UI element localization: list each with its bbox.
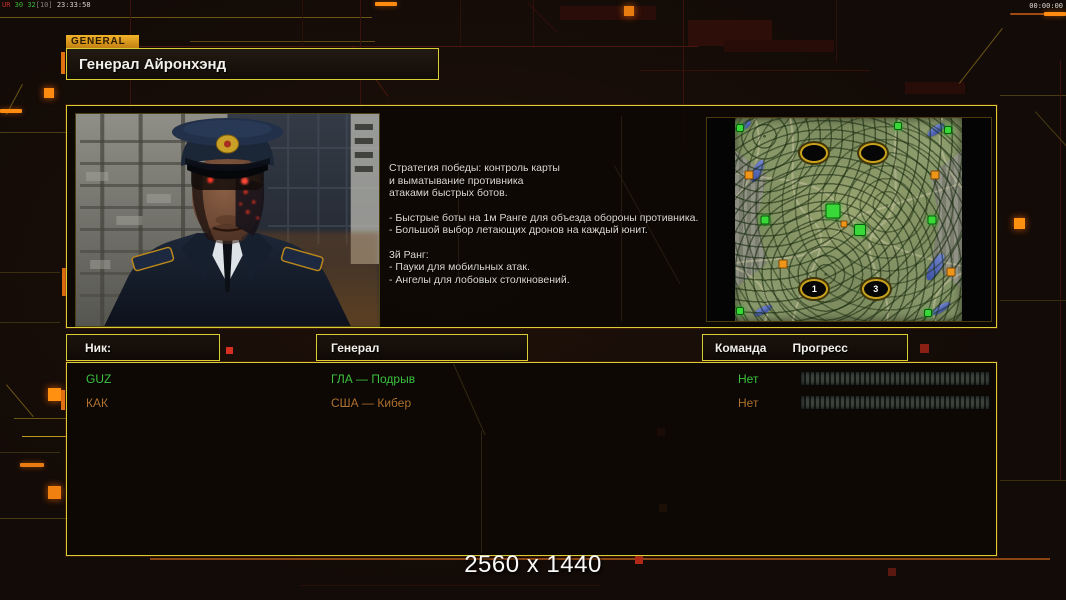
map-green-unit: [894, 122, 903, 131]
decor-line: [0, 452, 60, 453]
decor-line: [460, 0, 461, 46]
progress-header-label: Прогресс: [792, 340, 848, 355]
decor-diagonal: [6, 384, 34, 418]
decor-diagonal: [1035, 111, 1066, 150]
status-segment: 32: [27, 1, 36, 9]
decor-line: [300, 585, 600, 586]
decor-dash: [20, 463, 44, 467]
decor-line: [190, 41, 375, 42]
map-orange-unit: [744, 170, 754, 180]
map-green-unit: [923, 308, 932, 317]
player-nick: GUZ: [86, 372, 112, 386]
status-segment: [10]: [35, 1, 57, 9]
decor-line: [302, 0, 303, 46]
tab-general[interactable]: GENERAL: [66, 35, 139, 49]
player-nick: КАК: [86, 396, 108, 410]
map-green-unit: [735, 124, 744, 133]
general-name-box: Генерал Айронхэнд: [66, 48, 439, 80]
status-segment: UR: [2, 1, 15, 9]
map-green-unit: [927, 215, 937, 224]
map-orange-unit: [840, 220, 848, 228]
map-capture-point: 3: [861, 278, 890, 299]
map-preview: 13: [706, 117, 992, 322]
decor-line: [640, 70, 870, 71]
player-progress-bar: [800, 395, 991, 410]
player-progress-bar: [800, 371, 991, 386]
player-row: GUZ ГЛА — Подрыв Нет: [67, 368, 996, 392]
status-segment: 23:33:58: [56, 1, 91, 9]
map-green-unit: [825, 203, 841, 219]
resolution-label: 2560 x 1440: [464, 551, 602, 578]
match-timer: 00:00:00: [1029, 2, 1063, 10]
decor-square: [44, 88, 54, 98]
player-team: Нет: [738, 396, 759, 410]
strategy-paragraph: Стратегия победы: контроль карты и вымат…: [389, 162, 560, 199]
decor-dash: [0, 109, 22, 113]
decor-line: [22, 436, 68, 437]
strategy-text: Стратегия победы: контроль карты и вымат…: [389, 162, 709, 298]
general-name: Генерал Айронхэнд: [79, 55, 227, 73]
nick-header-box: Ник:: [66, 334, 220, 361]
decor-square: [920, 344, 929, 353]
decor-square: [48, 388, 61, 401]
general-portrait-image: [75, 113, 380, 327]
decor-line: [0, 17, 372, 18]
strategy-paragraph: 3й Ранг: - Пауки для мобильных атак. - А…: [389, 248, 570, 286]
decor-line: [1060, 60, 1061, 480]
decor-line: [0, 322, 60, 323]
team-progress-header-box: Команда Прогресс: [702, 334, 908, 361]
map-green-unit: [853, 223, 866, 236]
decor-line: [481, 431, 482, 553]
map-markers: 13: [735, 118, 962, 321]
status-segment: 30: [14, 1, 28, 9]
decor-tab: [61, 390, 65, 410]
decor-diagonal: [527, 2, 558, 33]
map-capture-point: [800, 142, 829, 163]
decor-block: [560, 6, 656, 20]
player-team: Нет: [738, 372, 759, 386]
decor-line: [14, 418, 66, 419]
decor-tab: [61, 52, 65, 74]
map-orange-unit: [778, 259, 788, 269]
map-capture-point: [859, 142, 888, 163]
map-green-unit: [760, 215, 769, 224]
screen: UR 30 32[10] 23:33:58 00:00:00 GENERAL Г…: [0, 0, 1066, 600]
player-row: КАК США — Кибер Нет: [67, 392, 996, 416]
decor-line: [0, 272, 60, 273]
nick-header-label: Ник:: [85, 340, 112, 355]
strategy-paragraph: - Быстрые боты на 1м Ранге для объезда о…: [389, 211, 699, 237]
map-image: 13: [735, 118, 962, 321]
decor-square: [1014, 218, 1025, 229]
team-header-label: Команда: [715, 340, 767, 355]
map-orange-unit: [930, 170, 940, 180]
decor-square: [624, 6, 634, 16]
decor-line: [138, 46, 698, 47]
decor-square: [48, 486, 61, 499]
decor-line: [836, 0, 837, 62]
map-green-unit: [735, 306, 744, 315]
player-list-panel: GUZ ГЛА — Подрыв Нет КАК США — Кибер Нет: [66, 362, 997, 556]
decor-dash: [1044, 12, 1066, 16]
decor-block: [724, 40, 834, 52]
map-green-unit: [944, 126, 953, 135]
general-header-box: Генерал: [316, 334, 528, 361]
decor-square: [226, 347, 233, 354]
decor-diagonal: [958, 28, 1003, 84]
decor-line: [1000, 480, 1066, 481]
player-general: ГЛА — Подрыв: [331, 372, 416, 386]
decor-line: [0, 518, 70, 519]
decor-line: [1000, 300, 1066, 301]
map-capture-point: 1: [800, 278, 829, 299]
decor-block: [905, 82, 965, 94]
info-panel: Стратегия победы: контроль карты и вымат…: [66, 105, 997, 328]
player-general: США — Кибер: [331, 396, 412, 410]
map-orange-unit: [946, 267, 956, 277]
general-header-label: Генерал: [331, 340, 380, 355]
decor-line: [1000, 95, 1066, 96]
status-left: UR 30 32[10] 23:33:58: [2, 1, 91, 9]
decor-dash: [375, 2, 397, 6]
